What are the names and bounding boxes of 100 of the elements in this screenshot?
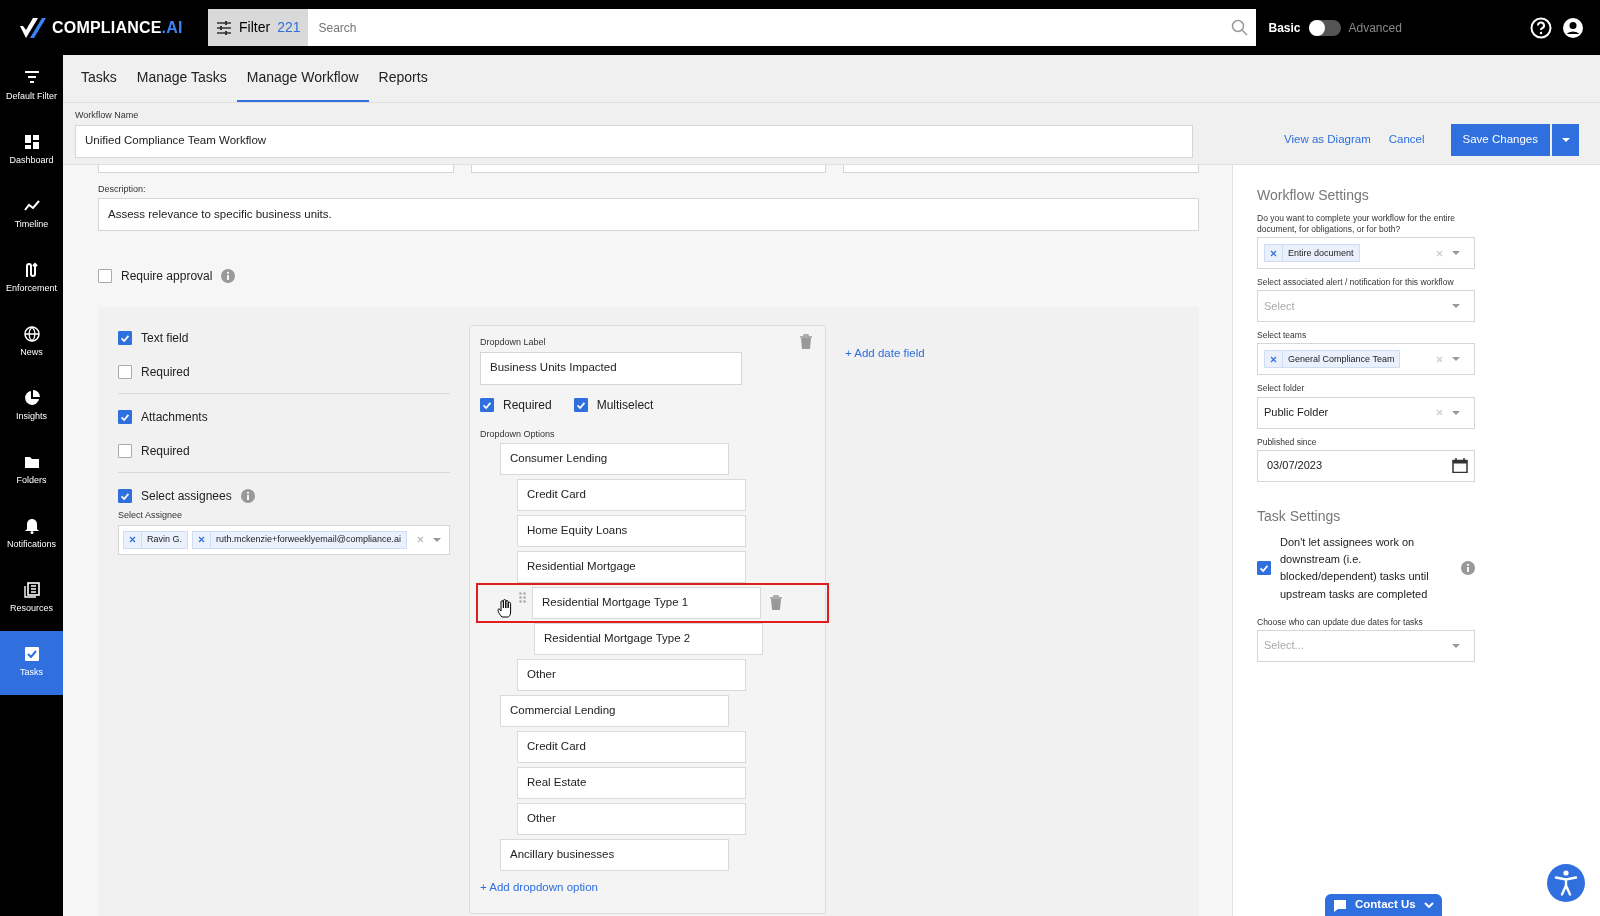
- close-icon[interactable]: [1269, 248, 1278, 258]
- tab[interactable]: Manage Tasks: [126, 55, 237, 102]
- checkbox[interactable]: [118, 331, 132, 345]
- close-icon[interactable]: [416, 535, 425, 544]
- search-bar[interactable]: Search: [308, 9, 1257, 46]
- sidebar-item[interactable]: Tasks: [0, 631, 63, 695]
- hand-cursor-icon: [497, 599, 513, 618]
- close-icon[interactable]: [1269, 355, 1278, 364]
- option-field[interactable]: Consumer Lending: [500, 443, 729, 475]
- trash-icon[interactable]: [769, 595, 783, 611]
- option-field[interactable]: Residential Mortgage Type 1: [532, 587, 761, 619]
- checkbox[interactable]: [118, 365, 132, 379]
- close-icon[interactable]: [197, 535, 206, 544]
- link-button[interactable]: View as Diagram: [1278, 130, 1377, 150]
- date-field[interactable]: 03/07/2023: [1257, 449, 1475, 482]
- field-label: Do you want to complete your workflow for the entire document, for obligations, or for both?: [1257, 213, 1456, 236]
- option-field[interactable]: Residential Mortgage Type 2: [534, 623, 763, 655]
- caret-icon[interactable]: [433, 537, 441, 542]
- option-field[interactable]: Credit Card: [517, 731, 746, 763]
- logo-text[interactable]: COMPLIANCE.AI: [52, 15, 183, 40]
- checkbox-label: Multiselect: [596, 396, 654, 414]
- sidebar-item[interactable]: Insights: [0, 375, 63, 439]
- option-row[interactable]: Residential Mortgage Type 1: [476, 583, 829, 623]
- checkbox[interactable]: [480, 397, 494, 412]
- checkbox[interactable]: [118, 444, 132, 458]
- caret-icon[interactable]: [1452, 643, 1460, 648]
- checkbox[interactable]: [118, 489, 132, 503]
- info-icon[interactable]: [221, 269, 236, 283]
- checkbox[interactable]: [573, 397, 588, 412]
- add-date-field-link[interactable]: + Add date field: [845, 345, 925, 363]
- option-field[interactable]: Credit Card: [517, 479, 746, 511]
- info-icon[interactable]: [240, 489, 255, 503]
- pie-chart-icon: [23, 390, 40, 407]
- contact-button[interactable]: Contact Us: [1325, 894, 1442, 916]
- field-label: Select folder: [1257, 383, 1306, 395]
- caret-icon[interactable]: [1561, 138, 1570, 142]
- sidebar-item[interactable]: Default Filter: [0, 55, 63, 119]
- mode-label: Basic: [1268, 19, 1301, 37]
- link-button[interactable]: Cancel: [1382, 130, 1431, 150]
- option-field[interactable]: Other: [517, 803, 746, 835]
- drag-handle-icon[interactable]: [519, 592, 526, 603]
- sidebar-item[interactable]: Notifications: [0, 503, 63, 567]
- help-icon[interactable]: [1530, 16, 1552, 39]
- option-field[interactable]: Ancillary businesses: [500, 839, 729, 871]
- mode-toggle[interactable]: [1308, 19, 1341, 36]
- caret-icon[interactable]: [1452, 304, 1460, 309]
- select-field[interactable]: Entire document: [1257, 237, 1475, 270]
- save-button[interactable]: Save Changes: [1450, 124, 1550, 156]
- section-title: Workflow Settings: [1257, 186, 1370, 204]
- select-field[interactable]: General Compliance Team: [1257, 343, 1475, 376]
- user-icon[interactable]: [1562, 16, 1584, 39]
- checkbox-icon: [23, 646, 40, 663]
- tab[interactable]: Manage Workflow: [236, 55, 369, 102]
- add-option-link[interactable]: + Add dropdown option: [480, 879, 598, 897]
- select-field[interactable]: Public Folder: [1257, 396, 1475, 429]
- caret-icon[interactable]: [1452, 357, 1460, 362]
- sidebar-item[interactable]: Resources: [0, 567, 63, 631]
- workflow-name-field[interactable]: Unified Compliance Team Workflow: [75, 124, 1193, 158]
- checkbox-label: Select assignees: [141, 488, 232, 505]
- checkbox[interactable]: [1257, 561, 1271, 576]
- bell-icon: [23, 518, 40, 535]
- tab[interactable]: Tasks: [71, 55, 127, 102]
- field-label: Select Assignee: [118, 509, 183, 522]
- sidebar-item[interactable]: Folders: [0, 439, 63, 503]
- checkbox-label: Don't let assignees work on downstream (i.e. blocked/dependent) tasks until upstream tasks are completed: [1280, 535, 1430, 602]
- description-field[interactable]: Assess relevance to specific business units.: [98, 198, 1199, 231]
- calendar-icon[interactable]: [1452, 458, 1468, 474]
- dropdown-toggle-button[interactable]: [1552, 124, 1579, 156]
- checkbox-label: Require approval: [121, 268, 213, 285]
- field-label: Choose who can update due dates for tasks: [1257, 616, 1424, 628]
- checkbox[interactable]: [118, 410, 132, 424]
- option-field[interactable]: Residential Mortgage: [517, 551, 746, 583]
- caret-icon[interactable]: [1452, 251, 1460, 256]
- dropdown-label-field[interactable]: Business Units Impacted: [480, 351, 742, 385]
- caret-icon[interactable]: [1452, 410, 1460, 415]
- chat-icon: [1333, 898, 1347, 912]
- tab[interactable]: Reports: [368, 55, 438, 102]
- sidebar-item[interactable]: Timeline: [0, 183, 63, 247]
- filter-button[interactable]: Filter 221: [208, 9, 309, 46]
- mode-label: Advanced: [1348, 19, 1402, 37]
- checkbox[interactable]: [98, 269, 112, 283]
- logo-icon[interactable]: [20, 17, 46, 38]
- sidebar-item[interactable]: Enforcement: [0, 247, 63, 311]
- trash-icon[interactable]: [799, 334, 813, 350]
- sidebar-item[interactable]: Dashboard: [0, 119, 63, 183]
- book-icon: [23, 582, 40, 599]
- assignee-select[interactable]: Ravin G. ruth.mckenzie+forweeklyemail@compliance.ai: [118, 524, 450, 555]
- sidebar-item[interactable]: News: [0, 311, 63, 375]
- search-icon[interactable]: [1231, 19, 1249, 36]
- field-label: Description:: [98, 182, 146, 196]
- checkbox-label: Required: [141, 443, 190, 460]
- option-field[interactable]: Real Estate: [517, 767, 746, 799]
- checkbox-label: Attachments: [141, 409, 208, 426]
- option-field[interactable]: Other: [517, 659, 746, 691]
- tag: ruth.mckenzie+forweeklyemail@compliance.ai: [192, 530, 407, 549]
- option-field[interactable]: Home Equity Loans: [517, 515, 746, 547]
- info-icon[interactable]: [1461, 561, 1475, 576]
- dashboard-icon: [23, 134, 40, 151]
- option-field[interactable]: Commercial Lending: [500, 695, 729, 727]
- close-icon[interactable]: [128, 535, 137, 544]
